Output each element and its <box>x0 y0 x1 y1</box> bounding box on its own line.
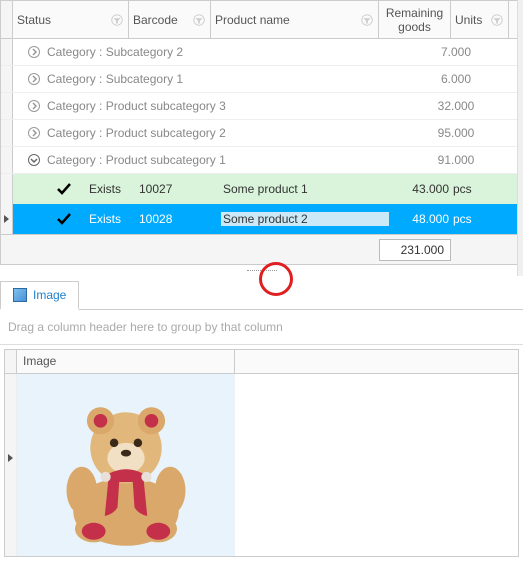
detail-grid: Image <box>4 349 519 557</box>
row-indicator <box>5 374 17 556</box>
total-value: 231.000 <box>379 239 451 261</box>
tab-label: Image <box>33 288 66 302</box>
group-row[interactable]: Category : Subcategory 16.000 <box>1 66 522 93</box>
group-label: Category : Product subcategory 1 <box>43 153 390 167</box>
row-indicator <box>1 174 13 204</box>
row-indicator-header <box>1 1 13 38</box>
col-remaining-label: Remaining goods <box>383 6 446 34</box>
cell-status: Exists <box>89 182 139 196</box>
header-row: Status Barcode Product name Remaining go… <box>1 1 522 39</box>
row-indicator <box>1 204 13 234</box>
group-value: 91.000 <box>390 153 522 167</box>
col-barcode-label: Barcode <box>133 13 178 27</box>
footer-row: 231.000 <box>1 234 522 264</box>
col-status[interactable]: Status <box>13 1 129 38</box>
chevron-right-icon[interactable] <box>25 99 43 113</box>
vertical-scrollbar[interactable] <box>517 0 523 276</box>
cell-status: Exists <box>89 212 139 226</box>
cell-product: Some product 2 <box>221 212 389 226</box>
group-label: Category : Subcategory 1 <box>43 72 390 86</box>
filter-icon[interactable] <box>192 13 206 27</box>
group-row[interactable]: Category : Product subcategory 295.000 <box>1 120 522 147</box>
group-row[interactable]: Category : Product subcategory 191.000 <box>1 147 522 174</box>
col-image-label: Image <box>23 354 56 368</box>
group-value: 6.000 <box>390 72 522 86</box>
tab-bar: Image <box>0 281 523 310</box>
col-remaining[interactable]: Remaining goods <box>379 1 451 38</box>
col-units-label: Units <box>455 13 482 27</box>
filter-icon[interactable] <box>490 13 504 27</box>
col-product-label: Product name <box>215 13 290 27</box>
cell-units: pcs <box>449 212 489 226</box>
main-grid: Status Barcode Product name Remaining go… <box>0 0 523 265</box>
chevron-down-icon[interactable] <box>25 153 43 167</box>
chevron-right-icon[interactable] <box>25 126 43 140</box>
filter-icon[interactable] <box>110 13 124 27</box>
data-row[interactable]: Exists 10027 Some product 1 43.000 pcs <box>1 174 522 204</box>
detail-header: Image <box>5 350 518 374</box>
check-icon <box>39 210 89 228</box>
image-icon <box>13 288 27 302</box>
group-value: 32.000 <box>390 99 522 113</box>
col-product[interactable]: Product name <box>211 1 379 38</box>
tab-image[interactable]: Image <box>0 281 79 310</box>
col-barcode[interactable]: Barcode <box>129 1 211 38</box>
teddy-bear-image <box>41 380 211 550</box>
grid-body: Category : Subcategory 27.000 Category :… <box>1 39 522 234</box>
group-row[interactable]: Category : Product subcategory 332.000 <box>1 93 522 120</box>
col-status-label: Status <box>17 13 51 27</box>
detail-row[interactable] <box>5 374 518 556</box>
col-image[interactable]: Image <box>17 350 235 373</box>
image-cell <box>17 374 235 556</box>
group-label: Category : Subcategory 2 <box>43 45 390 59</box>
filter-icon[interactable] <box>360 13 374 27</box>
cell-product: Some product 1 <box>221 182 389 196</box>
group-label: Category : Product subcategory 2 <box>43 126 390 140</box>
cell-units: pcs <box>449 182 489 196</box>
splitter-handle[interactable] <box>0 265 523 275</box>
cell-barcode: 10027 <box>139 182 221 196</box>
row-indicator-header <box>5 350 17 373</box>
cell-remaining: 48.000 <box>389 212 449 226</box>
group-value: 7.000 <box>390 45 522 59</box>
group-panel-hint[interactable]: Drag a column header here to group by th… <box>0 310 523 345</box>
check-icon <box>39 180 89 198</box>
group-label: Category : Product subcategory 3 <box>43 99 390 113</box>
chevron-right-icon[interactable] <box>25 72 43 86</box>
col-units[interactable]: Units <box>451 1 509 38</box>
group-value: 95.000 <box>390 126 522 140</box>
cell-barcode: 10028 <box>139 212 221 226</box>
group-row[interactable]: Category : Subcategory 27.000 <box>1 39 522 66</box>
data-row-selected[interactable]: Exists 10028 Some product 2 48.000 pcs <box>1 204 522 234</box>
cell-remaining: 43.000 <box>389 182 449 196</box>
chevron-right-icon[interactable] <box>25 45 43 59</box>
